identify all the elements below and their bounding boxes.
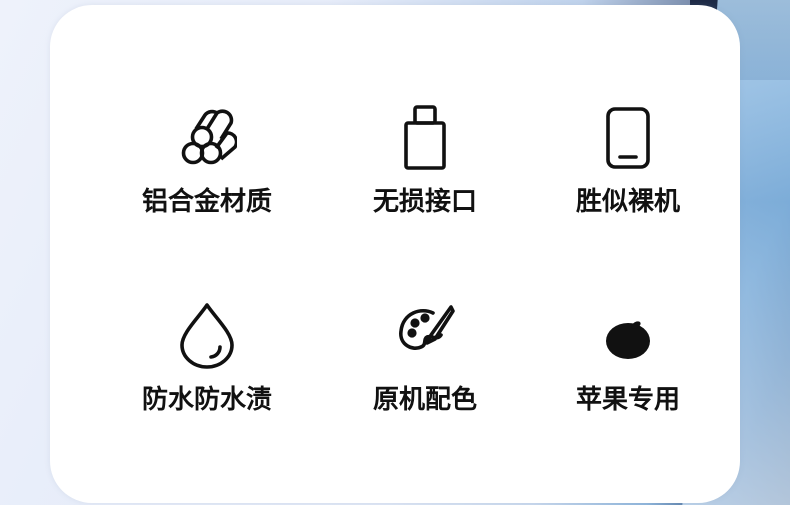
feature-label: 铝合金材质 [141,187,272,217]
feature-label: 苹果专用 [575,385,680,415]
feature-apple-only: 苹果专用 [513,301,743,431]
palette-brush-icon [395,301,455,369]
water-drop-icon [177,301,237,369]
feature-waterproof: 防水防水渍 [92,301,322,431]
feature-label: 无损接口 [372,187,477,217]
feature-label: 原机配色 [372,385,477,415]
feature-connector: 无损接口 [310,103,540,233]
connector-port-icon [395,103,455,171]
feature-card: 铝合金材质 无损接口 胜似裸机 防水防水渍 原机配色 苹果专用 [50,5,740,503]
aluminum-pipes-icon [177,103,237,171]
feature-original-color: 原机配色 [310,301,540,431]
apple-logo-icon [598,301,658,369]
feature-aluminum: 铝合金材质 [92,103,322,233]
phone-outline-icon [598,103,658,171]
feature-label: 胜似裸机 [575,187,680,217]
feature-label: 防水防水渍 [141,385,272,415]
feature-naked-feel: 胜似裸机 [513,103,743,233]
